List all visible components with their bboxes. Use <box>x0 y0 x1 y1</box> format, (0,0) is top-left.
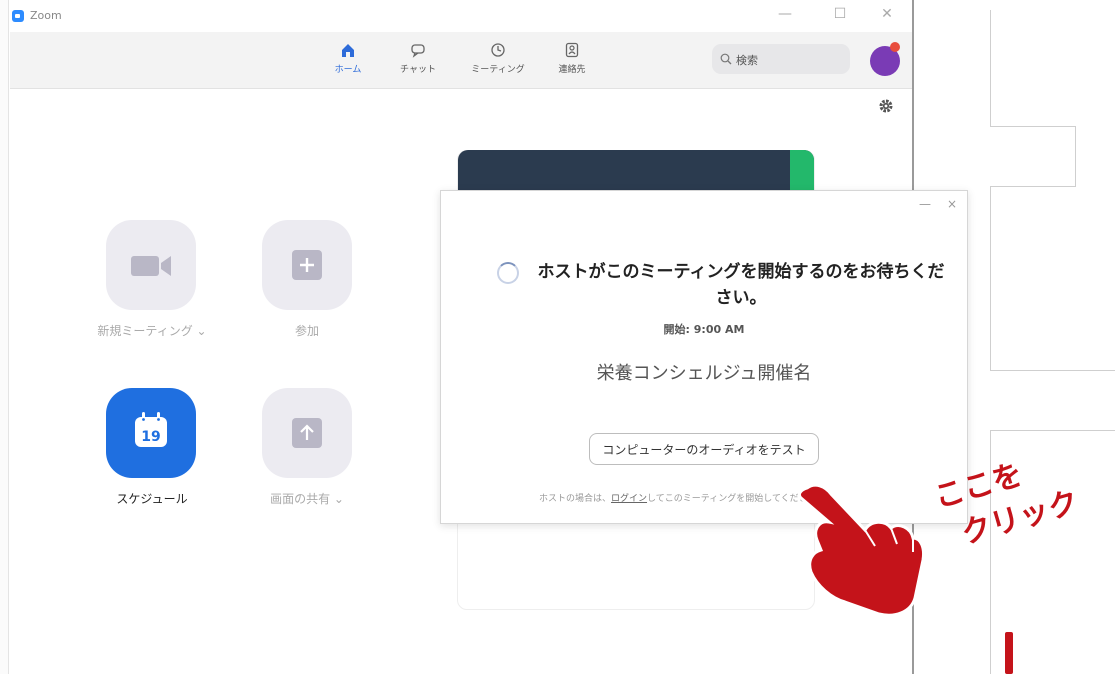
login-link[interactable]: ログイン <box>611 494 647 504</box>
calendar-day-number: 19 <box>141 429 161 445</box>
start-time: 開始: 9:00 AM <box>663 323 745 336</box>
contacts-icon <box>565 42 579 58</box>
top-navigation: ホーム チャット ミーティング 連絡先 <box>10 32 912 89</box>
search-icon <box>720 53 732 65</box>
join-button[interactable] <box>262 220 352 310</box>
dialog-minimize-button[interactable]: — <box>919 197 931 211</box>
waiting-title: ホストがこのミーティングを開始するのをお待ちください。 <box>537 262 945 308</box>
new-meeting-label: 新規ミーティング ⌄ <box>97 324 207 338</box>
tab-home[interactable]: ホーム <box>318 42 378 75</box>
loading-spinner-icon <box>497 262 519 284</box>
video-camera-icon <box>131 256 171 276</box>
schedule-label: スケジュール <box>116 492 188 506</box>
tab-chat[interactable]: チャット <box>388 42 448 75</box>
tab-home-label: ホーム <box>334 65 362 75</box>
search-input[interactable] <box>734 50 846 70</box>
tab-chat-label: チャット <box>400 65 436 75</box>
dialog-close-button[interactable]: × <box>947 197 957 211</box>
card-banner-image <box>458 150 814 190</box>
tab-contacts-label: 連絡先 <box>558 65 586 75</box>
waiting-for-host-dialog: — × ホストがこのミーティングを開始するのをお待ちください。 開始: 9:00… <box>440 190 968 524</box>
test-computer-audio-button[interactable]: コンピューターのオーディオをテスト <box>589 433 819 465</box>
plus-icon <box>292 250 322 280</box>
clock-icon <box>491 43 505 57</box>
tab-contacts[interactable]: 連絡先 <box>542 42 602 75</box>
red-annotation-mark <box>1005 632 1013 674</box>
schedule-button[interactable]: 19 <box>106 388 196 478</box>
share-screen-button[interactable] <box>262 388 352 478</box>
tab-meeting[interactable]: ミーティング <box>468 42 528 75</box>
maximize-button[interactable]: ☐ <box>825 6 855 22</box>
search-box[interactable] <box>712 44 850 74</box>
chat-bubble-icon <box>411 44 425 58</box>
card-banner-accent <box>790 150 814 190</box>
background-page-left-edge <box>0 0 9 674</box>
zoom-logo-icon <box>12 10 24 22</box>
minimize-button[interactable]: — <box>770 6 800 22</box>
zoom-window: Zoom — ☐ ✕ ホーム チャット ミーティング 連絡先 検索 新規ミーティ… <box>10 0 968 674</box>
share-screen-label: 画面の共有 ⌄ <box>270 492 344 506</box>
tab-meeting-label: ミーティング <box>471 65 525 75</box>
meeting-name: 栄養コンシェルジュ開催名 <box>596 363 812 384</box>
app-title: Zoom <box>30 9 62 22</box>
host-note-suffix: してこのミーティングを開始してください <box>647 494 817 504</box>
upload-arrow-icon <box>292 418 322 448</box>
pointing-hand-icon <box>797 483 925 617</box>
gear-icon[interactable] <box>878 98 894 114</box>
new-meeting-button[interactable] <box>106 220 196 310</box>
host-note-prefix: ホストの場合は、 <box>539 494 612 504</box>
close-button[interactable]: ✕ <box>872 6 902 22</box>
notification-dot <box>890 42 900 52</box>
home-icon <box>342 44 354 57</box>
title-bar: Zoom — ☐ ✕ <box>10 0 912 32</box>
join-label: 参加 <box>294 324 319 338</box>
